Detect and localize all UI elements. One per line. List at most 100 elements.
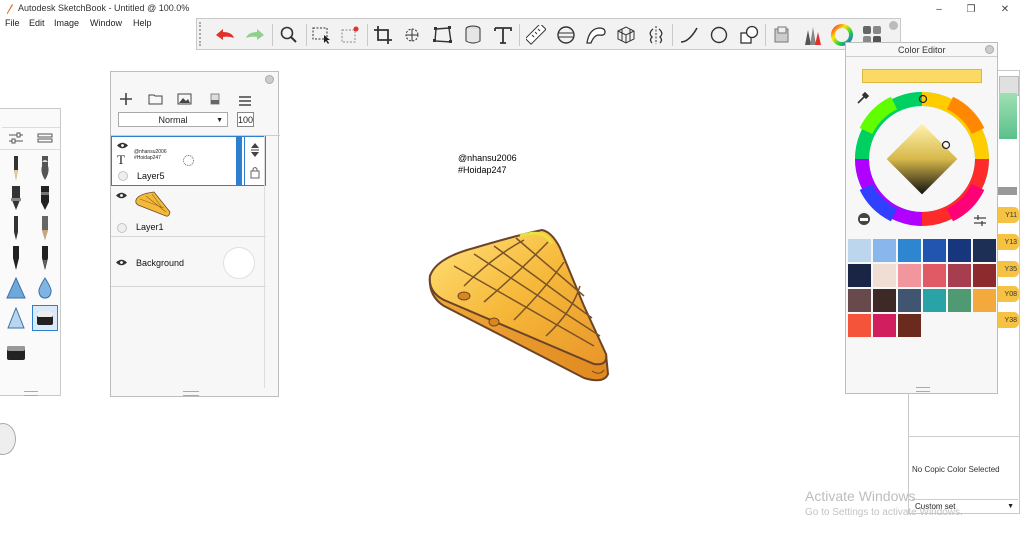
- ellipse-guide-icon[interactable]: [552, 21, 580, 48]
- menu-help[interactable]: Help: [133, 18, 152, 28]
- layer-row-layer1[interactable]: Layer1: [111, 187, 266, 237]
- menu-image[interactable]: Image: [54, 18, 79, 28]
- calligraphy-tool-icon[interactable]: [32, 245, 58, 271]
- add-image-icon[interactable]: [177, 92, 192, 110]
- add-layer-icon[interactable]: [120, 92, 132, 110]
- pencil-tool-icon[interactable]: [3, 155, 29, 181]
- color-swatch[interactable]: [973, 239, 996, 262]
- color-puck-icon[interactable]: [857, 212, 871, 231]
- color-swatch[interactable]: [848, 239, 871, 262]
- menu-edit[interactable]: Edit: [29, 18, 45, 28]
- color-swatch[interactable]: [948, 264, 971, 287]
- hard-eraser-icon[interactable]: [3, 305, 29, 331]
- menu-file[interactable]: File: [5, 18, 20, 28]
- toolbar-grip[interactable]: [199, 22, 209, 46]
- magic-wand-icon[interactable]: [337, 21, 365, 48]
- current-color-swatch[interactable]: [862, 69, 982, 83]
- color-swatch[interactable]: [848, 314, 871, 337]
- color-swatch[interactable]: [923, 289, 946, 312]
- copic-tag-y13[interactable]: Y13: [997, 234, 1019, 250]
- french-curve-icon[interactable]: [582, 21, 610, 48]
- fineliner-tool-icon[interactable]: [32, 215, 58, 241]
- opacity-input[interactable]: 100: [237, 112, 254, 127]
- color-swatch[interactable]: [973, 264, 996, 287]
- copic-tag-y35[interactable]: Y35: [997, 261, 1019, 277]
- symmetry-icon[interactable]: [642, 21, 670, 48]
- layers-panel-close[interactable]: [265, 75, 274, 84]
- layer-lock-radio[interactable]: [117, 223, 127, 233]
- color-swatch[interactable]: [898, 239, 921, 262]
- water-drop-brush-icon[interactable]: [32, 275, 58, 301]
- copic-tag-y38[interactable]: Y38: [997, 312, 1019, 328]
- undo-icon[interactable]: [211, 21, 239, 48]
- text-icon[interactable]: [489, 21, 517, 48]
- transform-icon[interactable]: [399, 21, 427, 48]
- copic-tag-y08[interactable]: Y08: [997, 286, 1019, 302]
- color-swatch[interactable]: [923, 239, 946, 262]
- color-swatch[interactable]: [848, 289, 871, 312]
- saturation-handle[interactable]: [941, 140, 951, 150]
- eye-icon[interactable]: [116, 192, 127, 199]
- color-swatch[interactable]: [873, 264, 896, 287]
- perspective-icon[interactable]: [612, 21, 640, 48]
- move-layer-icon[interactable]: [250, 143, 260, 162]
- tools-panel-grip[interactable]: [24, 391, 38, 396]
- layers-scrollbar[interactable]: [264, 136, 279, 388]
- color-wheel[interactable]: [854, 91, 990, 227]
- color-swatch[interactable]: [973, 289, 996, 312]
- color-swatch[interactable]: [873, 289, 896, 312]
- color-swatch[interactable]: [848, 264, 871, 287]
- color-swatch[interactable]: [948, 289, 971, 312]
- color-swatch[interactable]: [948, 239, 971, 262]
- line-icon[interactable]: [675, 21, 703, 48]
- triangle-brush-icon[interactable]: [3, 275, 29, 301]
- color-swatch[interactable]: [873, 314, 896, 337]
- layer-lock-icon[interactable]: [250, 166, 260, 184]
- airbrush-tool-icon[interactable]: [32, 155, 58, 181]
- background-color-swatch[interactable]: [223, 247, 255, 279]
- ruler-icon[interactable]: [522, 21, 550, 48]
- layer-options-icon[interactable]: [209, 92, 221, 110]
- eraser-tool-icon[interactable]: [3, 340, 29, 366]
- lagoon-puck[interactable]: [0, 423, 16, 455]
- close-button[interactable]: ✕: [990, 0, 1020, 18]
- eye-icon[interactable]: [117, 142, 128, 149]
- sliders-icon[interactable]: [8, 131, 24, 150]
- layers-panel-grip[interactable]: [183, 391, 199, 396]
- palette-view-icon[interactable]: [37, 131, 53, 150]
- distort-icon[interactable]: [429, 21, 457, 48]
- soft-eraser-icon[interactable]: [32, 305, 58, 331]
- brush-library-icon[interactable]: [798, 21, 826, 48]
- inking-pen-tool-icon[interactable]: [3, 245, 29, 271]
- copic-tag-y11[interactable]: Y11: [997, 207, 1019, 223]
- shape-icon[interactable]: [735, 21, 763, 48]
- layer-lock-radio[interactable]: [118, 171, 128, 181]
- color-sliders-icon[interactable]: [974, 213, 986, 231]
- marker-tool-icon[interactable]: [3, 185, 29, 211]
- color-swatch[interactable]: [898, 289, 921, 312]
- menu-window[interactable]: Window: [90, 18, 122, 28]
- color-editor-grip[interactable]: [916, 387, 930, 392]
- layer-row-background[interactable]: Background: [111, 237, 266, 287]
- chisel-tool-icon[interactable]: [32, 185, 58, 211]
- layer-menu-icon[interactable]: [239, 93, 251, 111]
- color-swatch[interactable]: [898, 314, 921, 337]
- eye-icon[interactable]: [116, 259, 127, 266]
- circle-icon[interactable]: [705, 21, 733, 48]
- fill-icon[interactable]: [459, 21, 487, 48]
- minimize-button[interactable]: –: [924, 0, 954, 18]
- color-swatch[interactable]: [923, 264, 946, 287]
- color-swatch[interactable]: [898, 264, 921, 287]
- color-editor-close[interactable]: [985, 45, 994, 54]
- maximize-button[interactable]: ❐: [956, 0, 986, 18]
- toolbar-close-button[interactable]: [889, 21, 898, 30]
- zoom-icon[interactable]: [275, 21, 303, 48]
- add-group-icon[interactable]: [148, 92, 163, 110]
- copic-library-icon[interactable]: [768, 21, 796, 48]
- crop-icon[interactable]: [369, 21, 397, 48]
- selection-icon[interactable]: [308, 21, 336, 48]
- layer-row-layer5[interactable]: T @nhansu2006 #Hoidap247 Layer5: [111, 136, 266, 186]
- redo-icon[interactable]: [241, 21, 269, 48]
- color-swatch[interactable]: [873, 239, 896, 262]
- ballpoint-tool-icon[interactable]: [3, 215, 29, 241]
